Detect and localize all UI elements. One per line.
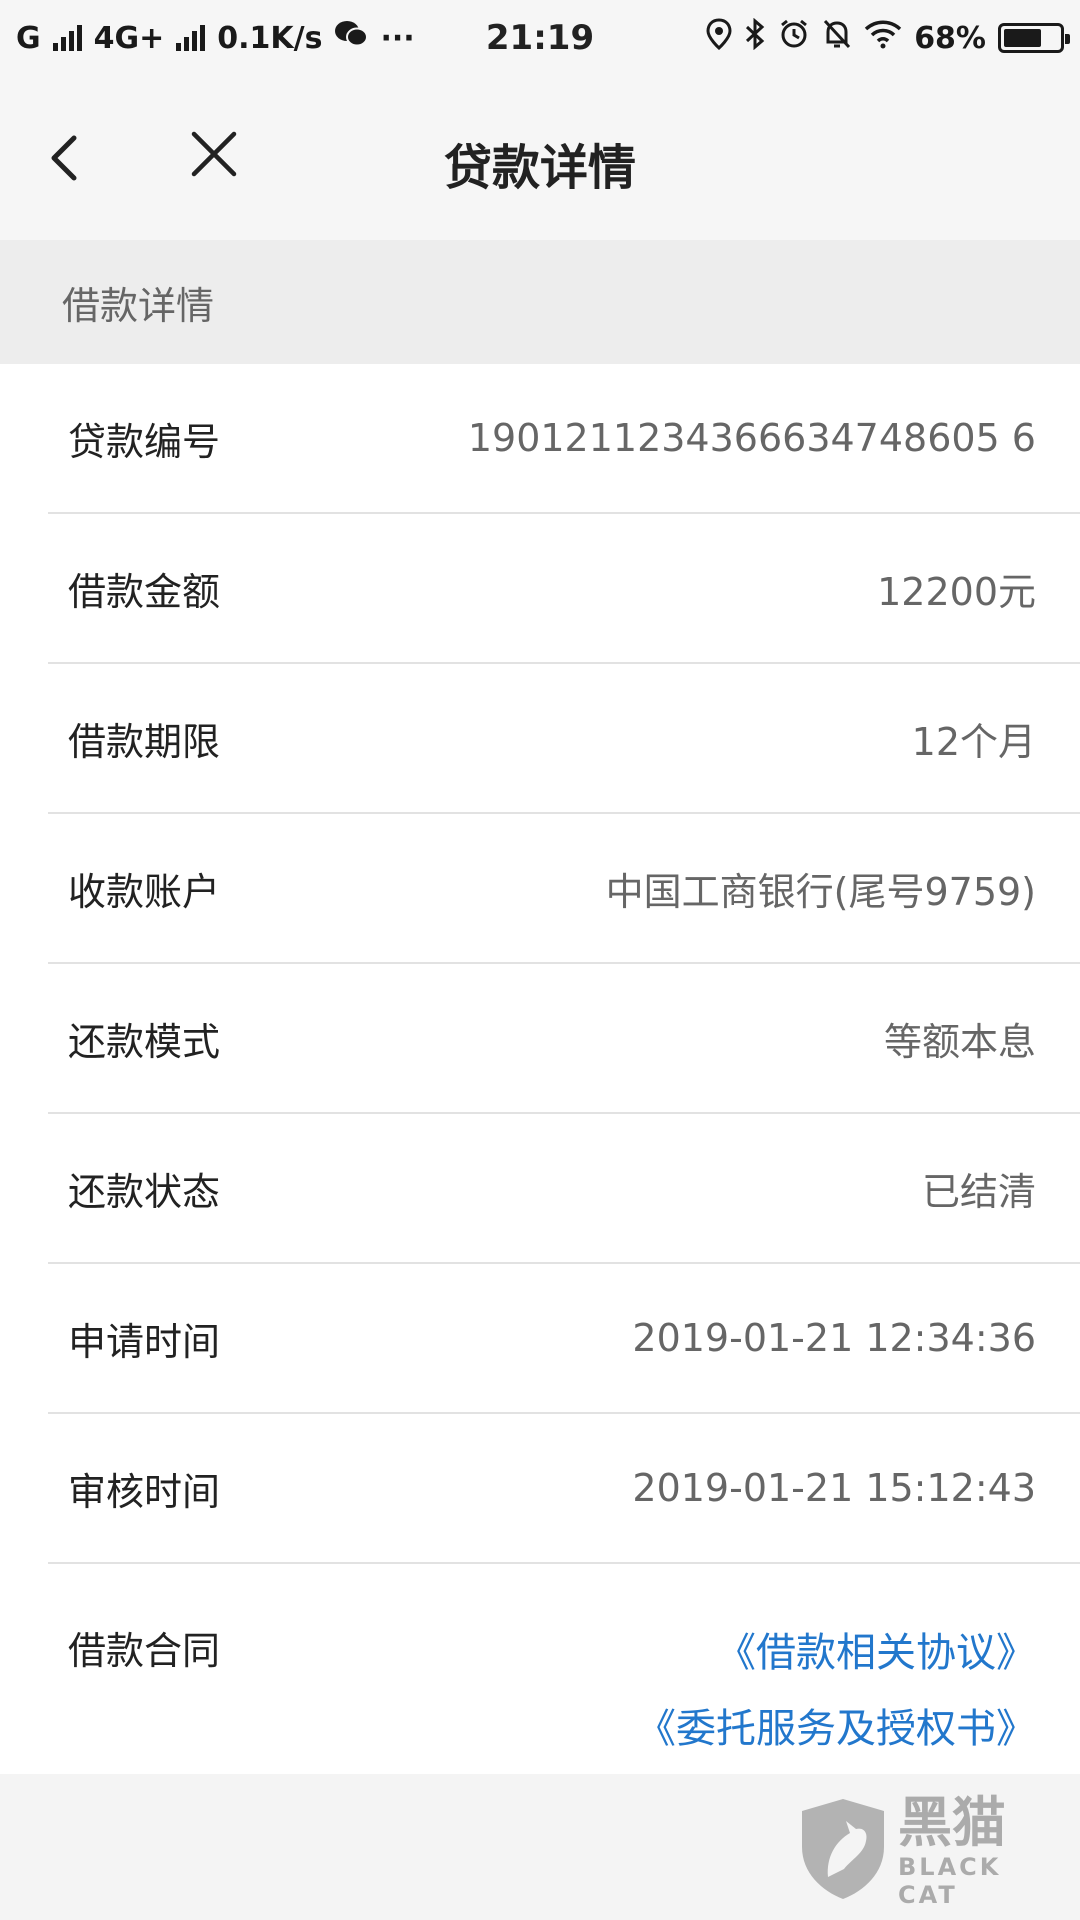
row-value: 1901211234366634748605 6 [467,416,1036,460]
watermark-cn: 黑猫 [898,1791,1006,1854]
status-right: 68% [706,17,1070,58]
mute-icon [822,18,852,58]
black-cat-logo-icon [798,1797,888,1905]
row-label: 贷款编号 [68,419,221,464]
row-label: 收款账户 [68,869,221,914]
watermark-en: BLACK CAT [898,1853,1002,1909]
row-repayment-status: 还款状态 已结清 [48,1114,1080,1264]
section-title: 借款详情 [62,283,215,328]
row-loan-number: 贷款编号 1901211234366634748605 6 [48,364,1080,514]
row-value: 等额本息 [883,1019,1036,1064]
nav-bar: 贷款详情 [0,76,1080,240]
row-repayment-mode: 还款模式 等额本息 [48,964,1080,1114]
watermark-text: 黑猫 BLACK CAT [898,1791,1062,1910]
bluetooth-icon [744,17,766,58]
more-dots: ··· [380,20,415,56]
battery-icon [998,23,1070,53]
row-value: 2019-01-21 12:34:36 [632,1316,1036,1360]
loan-agreement-link[interactable]: 《借款相关协议》 [716,1620,1036,1678]
watermark: 黑猫 BLACK CAT [798,1791,1062,1910]
row-value: 12200元 [877,569,1036,614]
status-bar: G 4G+ 0.1K/s ··· 68% [0,0,1080,76]
row-label: 借款期限 [68,719,221,764]
row-label: 申请时间 [68,1319,221,1364]
wechat-icon [334,19,369,57]
signal-icon [52,25,82,51]
row-label: 借款金额 [68,569,221,614]
status-left: G 4G+ 0.1K/s ··· [16,19,415,57]
row-receiving-account: 收款账户 中国工商银行(尾号9759) [48,814,1080,964]
row-loan-amount: 借款金额 12200元 [48,514,1080,664]
location-icon [706,18,732,58]
row-value: 中国工商银行(尾号9759) [605,869,1036,914]
signal-icon-2 [176,25,206,51]
detail-list: 贷款编号 1901211234366634748605 6 借款金额 12200… [0,364,1080,1774]
authorization-link[interactable]: 《委托服务及授权书》 [636,1696,1036,1754]
network-label: 4G+ [93,20,165,56]
row-value: 2019-01-21 15:12:43 [632,1466,1036,1510]
battery-percent: 68% [914,20,986,56]
alarm-icon [778,18,810,58]
contract-links: 《借款相关协议》 《委托服务及授权书》 [636,1620,1036,1754]
page-title: 贷款详情 [443,140,636,196]
battery-fill [1004,29,1041,47]
speed-label: 0.1K/s [217,20,323,56]
row-loan-contract: 借款合同 《借款相关协议》 《委托服务及授权书》 [48,1564,1080,1774]
row-value: 12个月 [911,719,1036,764]
row-label: 借款合同 [68,1629,221,1673]
row-label: 还款模式 [68,1019,221,1064]
row-value: 已结清 [921,1169,1036,1214]
wifi-icon [864,19,902,57]
row-label: 审核时间 [68,1469,221,1514]
row-loan-term: 借款期限 12个月 [48,664,1080,814]
section-header: 借款详情 [0,240,1080,364]
row-review-time: 审核时间 2019-01-21 15:12:43 [48,1414,1080,1564]
row-label: 还款状态 [68,1169,221,1214]
carrier-label: G [16,20,41,56]
row-apply-time: 申请时间 2019-01-21 12:34:36 [48,1264,1080,1414]
